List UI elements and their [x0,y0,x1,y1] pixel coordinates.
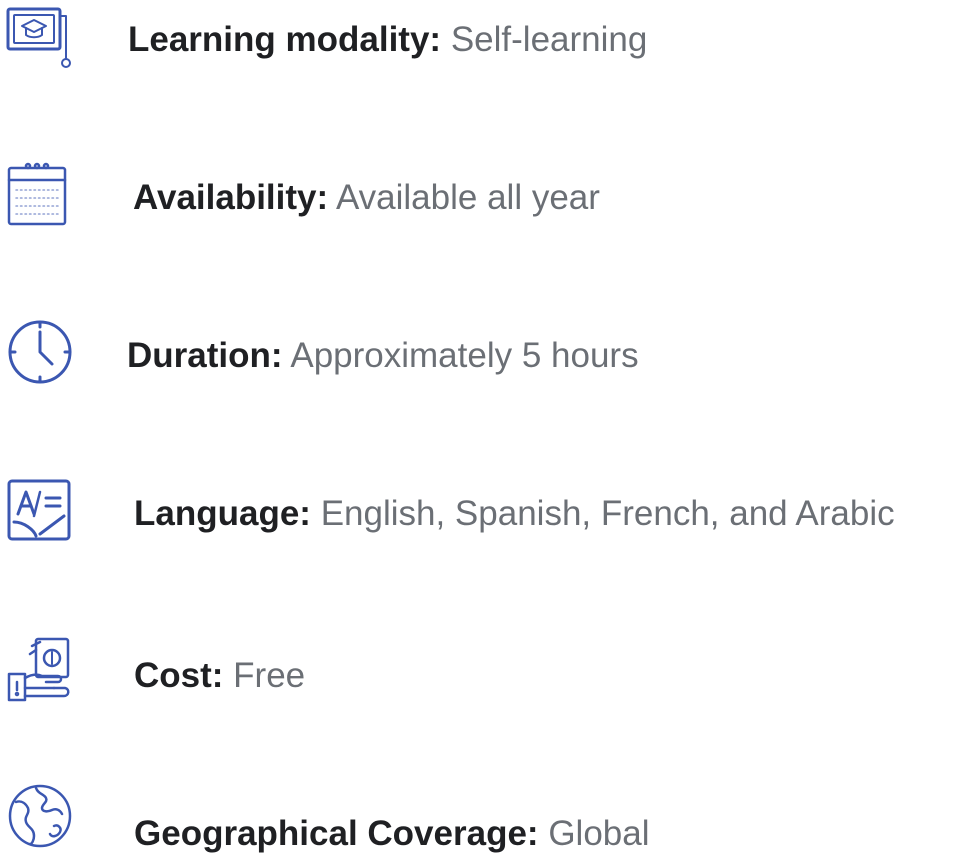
clock-icon [6,318,74,386]
info-item-learning-modality: Learning modality: Self-learning [0,4,958,74]
info-label: Availability: [133,178,329,217]
info-item-language: Language: English, Spanish, French, and … [0,478,958,548]
graduation-screen-icon [4,4,72,70]
translation-icon [6,478,72,542]
calendar-icon [6,160,68,228]
info-value: English, Spanish, French, and Arabic [320,494,895,533]
info-item-availability: Availability: Available all year [0,158,958,228]
info-label: Duration: [127,336,283,375]
info-value: Free [233,656,306,695]
info-value: Approximately 5 hours [290,336,639,375]
info-value: Self-learning [450,20,648,59]
money-hand-icon [6,636,74,704]
info-item-text: Duration: Approximately 5 hours [127,338,639,373]
info-label: Learning modality: [128,20,442,59]
globe-icon [6,782,74,850]
info-item-text: Availability: Available all year [133,180,600,215]
info-item-text: Learning modality: Self-learning [128,22,647,57]
info-item-text: Language: English, Spanish, French, and … [134,496,895,531]
info-item-cost: Cost: Free [0,636,958,706]
info-item-geographical-coverage: Geographical Coverage: Global [0,782,958,852]
info-item-text: Geographical Coverage: Global [134,816,649,851]
info-label: Cost: [134,656,224,695]
info-value: Global [548,814,650,853]
info-label: Geographical Coverage: [134,814,539,853]
info-item-duration: Duration: Approximately 5 hours [0,318,958,388]
info-item-text: Cost: Free [134,658,305,693]
info-value: Available all year [335,178,600,217]
course-info-page: Learning modality: Self-learning Availab… [0,0,958,858]
info-label: Language: [134,494,311,533]
